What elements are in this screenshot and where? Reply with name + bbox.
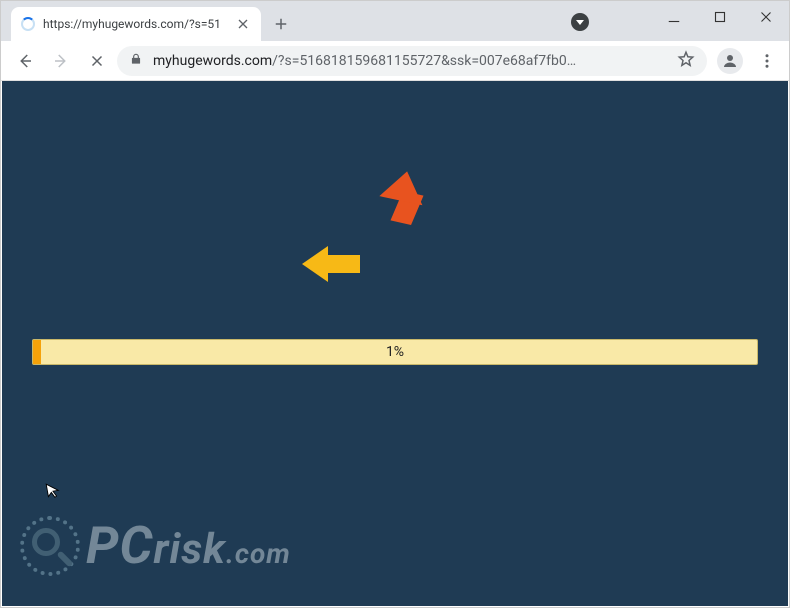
watermark-text: PCrisk.com (86, 515, 291, 576)
profile-button[interactable] (717, 48, 743, 74)
browser-titlebar: https://myhugewords.com/?s=51 (1, 1, 789, 41)
browser-toolbar: myhugewords.com/?s=516818159681155727&ss… (1, 41, 789, 81)
bookmark-button[interactable] (677, 50, 695, 72)
arrow-left-icon (16, 52, 34, 70)
arrow-right-icon (52, 52, 70, 70)
close-icon (235, 15, 251, 33)
close-icon (757, 8, 775, 26)
close-tab-button[interactable] (235, 16, 251, 32)
cursor-icon (44, 480, 66, 506)
person-icon (721, 52, 739, 70)
progress-label: 1% (33, 340, 757, 364)
tab-title: https://myhugewords.com/?s=51 (43, 17, 227, 31)
watermark-logo-icon (20, 516, 80, 576)
new-tab-button[interactable] (267, 10, 295, 38)
maximize-icon (711, 8, 729, 26)
browser-tab[interactable]: https://myhugewords.com/?s=51 (11, 7, 261, 41)
extension-badge-icon[interactable] (571, 13, 589, 31)
back-button[interactable] (9, 45, 41, 77)
watermark: PCrisk.com (20, 515, 291, 576)
address-bar[interactable]: myhugewords.com/?s=516818159681155727&ss… (117, 46, 707, 76)
close-icon (88, 52, 106, 70)
kebab-icon (758, 52, 776, 70)
loading-spinner-icon (21, 17, 35, 31)
lock-icon (129, 52, 143, 69)
plus-icon (272, 15, 290, 33)
progress-bar: 1% (32, 339, 758, 365)
page-viewport: 1% PCrisk.com (2, 81, 788, 606)
minimize-icon (665, 8, 683, 26)
maximize-button[interactable] (697, 1, 743, 33)
url-text: myhugewords.com/?s=516818159681155727&ss… (153, 53, 667, 69)
url-host: myhugewords.com (153, 53, 272, 69)
forward-button[interactable] (45, 45, 77, 77)
close-window-button[interactable] (743, 1, 789, 33)
star-icon (677, 50, 695, 68)
stop-reload-button[interactable] (81, 45, 113, 77)
menu-button[interactable] (753, 52, 781, 70)
window-controls (651, 1, 789, 33)
url-path: /?s=516818159681155727&ssk=007e68af7fb0… (272, 53, 576, 69)
minimize-button[interactable] (651, 1, 697, 33)
